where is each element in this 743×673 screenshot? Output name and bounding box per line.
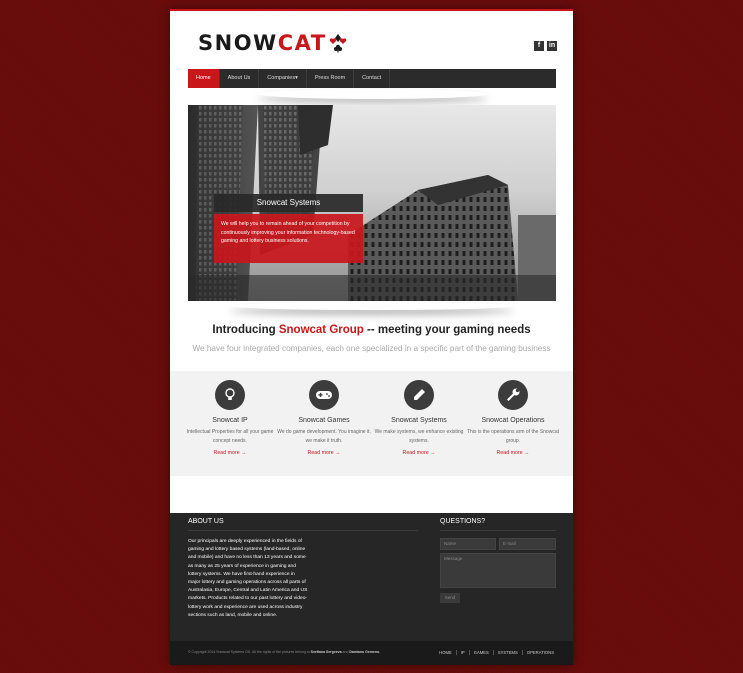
copyright-name1: Svetlana Sergeeva bbox=[310, 650, 342, 654]
message-field[interactable]: Message bbox=[440, 553, 556, 588]
feature-desc: We make systems, we enhance existing sys… bbox=[374, 429, 464, 444]
feature-title: Snowcat Games bbox=[298, 417, 350, 424]
gamepad-icon bbox=[309, 380, 339, 410]
nav-item-home[interactable]: Home bbox=[188, 69, 220, 88]
copyright-text: © Copyright 2014 Snowcat Systems OÜ. All… bbox=[188, 650, 380, 654]
linkedin-icon[interactable]: in bbox=[547, 41, 557, 51]
about-us-heading: ABOUT US bbox=[188, 518, 224, 525]
footer-divider bbox=[440, 530, 556, 531]
feature-desc: We do game development. You imagine it, … bbox=[277, 429, 371, 444]
name-field[interactable]: Name bbox=[440, 538, 496, 550]
wrench-icon bbox=[498, 380, 528, 410]
pencil-icon bbox=[404, 380, 434, 410]
hero-caption-text: We will help you to remain ahead of your… bbox=[214, 214, 363, 263]
footer-link-games[interactable]: GAMES bbox=[468, 650, 493, 655]
snowcat-logo[interactable]: SNOW CAT bbox=[198, 31, 348, 55]
hero-shadow bbox=[230, 302, 514, 310]
intro-title: Introducing Snowcat Group -- meeting you… bbox=[170, 324, 573, 336]
read-more-link[interactable]: Read more → bbox=[372, 450, 466, 456]
feature-title: Snowcat Systems bbox=[391, 417, 447, 424]
card-suits-icon bbox=[329, 34, 346, 53]
social-links: f in bbox=[534, 41, 557, 51]
feature-snowcat-games: Snowcat Games We do game development. Yo… bbox=[277, 380, 371, 456]
nav-item-companies[interactable]: Companies▾ bbox=[259, 69, 307, 88]
bottom-bar: © Copyright 2014 Snowcat Systems OÜ. All… bbox=[170, 641, 573, 665]
intro-title-highlight: Snowcat Group bbox=[278, 324, 364, 336]
intro-title-pre: Introducing bbox=[212, 324, 276, 336]
footer: ABOUT US Our principals are deeply exper… bbox=[170, 513, 573, 641]
read-more-link[interactable]: Read more → bbox=[183, 450, 277, 456]
nav-item-press-room[interactable]: Press Room bbox=[307, 69, 355, 88]
footer-divider bbox=[188, 530, 418, 531]
logo-text-snow: SNOW bbox=[198, 31, 278, 55]
feature-title: Snowcat Operations bbox=[481, 417, 545, 424]
nav-shadow bbox=[258, 89, 488, 99]
lightbulb-icon bbox=[215, 380, 245, 410]
intro-subtitle: We have four integrated companies, each … bbox=[192, 344, 551, 353]
nav-item-about-us[interactable]: About Us bbox=[220, 69, 260, 88]
about-us-text: Our principals are deeply experienced in… bbox=[188, 539, 308, 618]
email-field[interactable]: E-mail bbox=[499, 538, 556, 550]
feature-snowcat-operations: Snowcat Operations This is the operation… bbox=[466, 380, 560, 456]
features-section: Snowcat IP Intellectual Properties for a… bbox=[170, 371, 573, 476]
footer-link-ip[interactable]: IP bbox=[455, 650, 469, 655]
feature-desc: Intellectual Properties for all your gam… bbox=[186, 429, 274, 444]
footer-link-operations[interactable]: OPERATIONS bbox=[521, 650, 558, 655]
copyright-pre: © Copyright 2014 Snowcat Systems OÜ. All… bbox=[188, 650, 310, 654]
footer-nav: HOME IP GAMES SYSTEMS OPERATIONS bbox=[435, 650, 558, 655]
page-container: SNOW CAT f in Home About Us Companies▾ P… bbox=[170, 9, 573, 665]
feature-snowcat-ip: Snowcat IP Intellectual Properties for a… bbox=[183, 380, 277, 456]
send-button[interactable]: Send bbox=[440, 593, 460, 603]
footer-link-systems[interactable]: SYSTEMS bbox=[492, 650, 522, 655]
read-more-link[interactable]: Read more → bbox=[277, 450, 371, 456]
intro-title-post: -- meeting your gaming needs bbox=[367, 324, 531, 336]
feature-desc: This is the operations arm of the Snowca… bbox=[467, 429, 559, 444]
feature-title: Snowcat IP bbox=[212, 417, 248, 424]
questions-heading: QUESTIONS? bbox=[440, 518, 486, 525]
read-more-link[interactable]: Read more → bbox=[466, 450, 560, 456]
feature-snowcat-systems: Snowcat Systems We make systems, we enha… bbox=[372, 380, 466, 456]
facebook-icon[interactable]: f bbox=[534, 41, 544, 51]
main-nav: Home About Us Companies▾ Press Room Cont… bbox=[188, 69, 556, 88]
copyright-and: and bbox=[342, 650, 349, 654]
footer-link-home[interactable]: HOME bbox=[435, 650, 456, 655]
logo-text-cat: CAT bbox=[277, 31, 327, 55]
copyright-name2: Damiano Gemeno. bbox=[349, 650, 381, 654]
hero-caption-title: Snowcat Systems bbox=[214, 194, 363, 212]
nav-item-contact[interactable]: Contact bbox=[354, 69, 391, 88]
hero-slider: Snowcat Systems We will help you to rema… bbox=[188, 105, 556, 301]
